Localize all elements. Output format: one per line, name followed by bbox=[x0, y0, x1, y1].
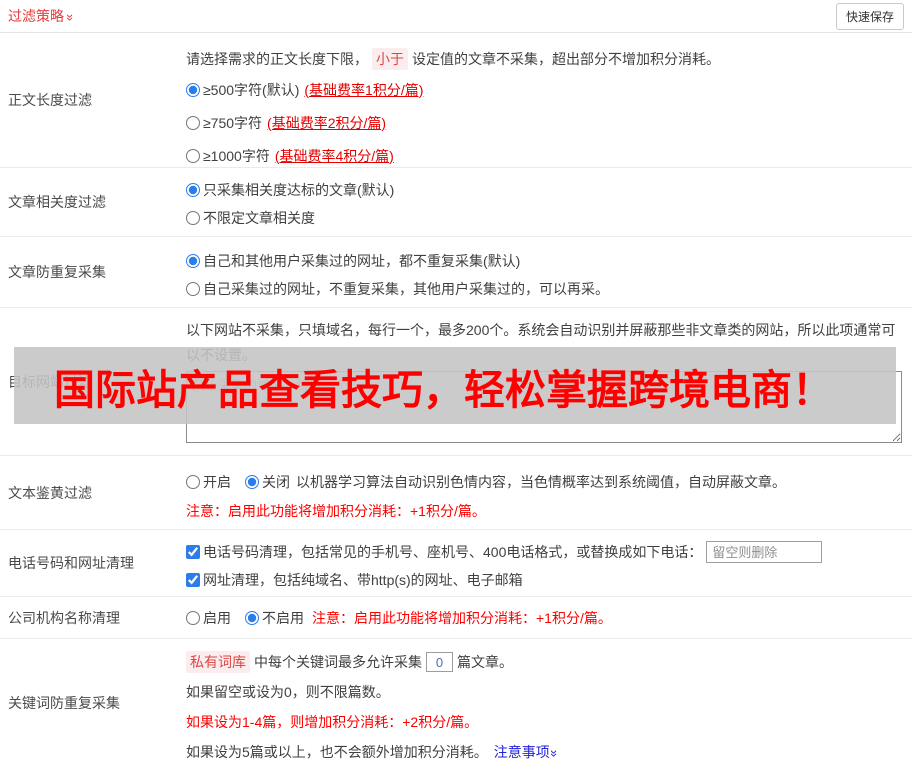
row-company-name-cleanup: 公司机构名称清理 启用 不启用 注意：启用此功能将增加积分消耗：+1积分/篇。 bbox=[0, 597, 912, 639]
phone-cleanup-line: 电话号码清理，包括常见的手机号、座机号、400电话格式，或替换成如下电话： bbox=[186, 538, 904, 566]
page-header: 过滤策略 » 快速保存 bbox=[0, 0, 912, 33]
keyword-count-input[interactable] bbox=[426, 652, 453, 672]
keyword-line3: 如果设为1-4篇，则增加积分消耗：+2积分/篇。 bbox=[186, 707, 904, 737]
dedup-option-self-only[interactable]: 自己采集过的网址，不重复采集，其他用户采集过的，可以再采。 bbox=[186, 275, 904, 303]
row-body-length-filter: 正文长度过滤 请选择需求的正文长度下限， 小于 设定值的文章不采集，超出部分不增… bbox=[0, 33, 912, 168]
chevron-down-icon: » bbox=[548, 750, 561, 755]
length-option-1000-radio[interactable] bbox=[186, 149, 200, 163]
keyword-line4: 如果设为5篇或以上，也不会额外增加积分消耗。 注意事项 » bbox=[186, 737, 904, 767]
row-content: 开启 关闭 以机器学习算法自动识别色情内容，当色情概率达到系统阈值，自动屏蔽文章… bbox=[186, 456, 912, 529]
company-note: 注意：启用此功能将增加积分消耗：+1积分/篇。 bbox=[312, 608, 612, 628]
company-option-on-label: 启用 bbox=[203, 608, 231, 628]
url-cleanup-label: 网址清理，包括纯域名、带http(s)的网址、电子邮箱 bbox=[203, 570, 523, 590]
porn-note: 注意：启用此功能将增加积分消耗：+1积分/篇。 bbox=[186, 496, 904, 526]
length-option-500[interactable]: ≥500字符(默认) (基础费率1积分/篇) bbox=[186, 73, 904, 106]
relevance-option-strict[interactable]: 只采集相关度达标的文章(默认) bbox=[186, 176, 904, 204]
length-option-500-label: ≥500字符(默认) bbox=[203, 80, 299, 100]
porn-option-on-radio[interactable] bbox=[186, 475, 200, 489]
url-cleanup-checkbox[interactable] bbox=[186, 573, 200, 587]
dedup-option-self-only-radio[interactable] bbox=[186, 282, 200, 296]
length-option-750-fee: (基础费率2积分/篇) bbox=[267, 113, 386, 133]
replacement-phone-input[interactable] bbox=[706, 541, 822, 563]
notes-link-label: 注意事项 bbox=[494, 742, 550, 762]
keyword-line1-mid: 中每个关键词最多允许采集 bbox=[254, 652, 422, 672]
page-title-text: 过滤策略 bbox=[8, 6, 64, 26]
relevance-option-any[interactable]: 不限定文章相关度 bbox=[186, 204, 904, 232]
length-intro-post: 设定值的文章不采集，超出部分不增加积分消耗。 bbox=[412, 49, 720, 69]
row-content: 自己和其他用户采集过的网址，都不重复采集(默认) 自己采集过的网址，不重复采集，… bbox=[186, 237, 912, 307]
row-content: 私有词库 中每个关键词最多允许采集 篇文章。 如果留空或设为0，则不限篇数。 如… bbox=[186, 639, 912, 767]
phone-cleanup-checkbox[interactable] bbox=[186, 545, 200, 559]
keyword-line1: 私有词库 中每个关键词最多允许采集 篇文章。 bbox=[186, 647, 904, 677]
phone-cleanup-label: 电话号码清理，包括常见的手机号、座机号、400电话格式，或替换成如下电话： bbox=[203, 542, 702, 562]
page-title: 过滤策略 » bbox=[8, 6, 73, 26]
keyword-line2: 如果留空或设为0，则不限篇数。 bbox=[186, 677, 904, 707]
keyword-line1-end: 篇文章。 bbox=[457, 652, 513, 672]
row-label: 关键词防重复采集 bbox=[0, 639, 186, 767]
row-label: 文章相关度过滤 bbox=[0, 168, 186, 236]
porn-options-line: 开启 关闭 以机器学习算法自动识别色情内容，当色情概率达到系统阈值，自动屏蔽文章… bbox=[186, 468, 904, 496]
dedup-option-all-users-radio[interactable] bbox=[186, 254, 200, 268]
overlay-ad-banner-text: 国际站产品查看技巧，轻松掌握跨境电商！ bbox=[14, 356, 833, 416]
notes-link[interactable]: 注意事项 » bbox=[494, 742, 557, 762]
company-option-on[interactable]: 启用 bbox=[186, 608, 231, 628]
row-content: 请选择需求的正文长度下限， 小于 设定值的文章不采集，超出部分不增加积分消耗。 … bbox=[186, 33, 912, 167]
relevance-option-any-radio[interactable] bbox=[186, 211, 200, 225]
row-content: 启用 不启用 注意：启用此功能将增加积分消耗：+1积分/篇。 bbox=[186, 597, 912, 638]
company-option-off[interactable]: 不启用 bbox=[245, 608, 304, 628]
porn-option-off-label: 关闭 bbox=[262, 472, 290, 492]
overlay-ad-banner: 国际站产品查看技巧，轻松掌握跨境电商！ bbox=[14, 347, 896, 424]
dedup-option-self-only-label: 自己采集过的网址，不重复采集，其他用户采集过的，可以再采。 bbox=[203, 279, 609, 299]
porn-option-off-radio[interactable] bbox=[245, 475, 259, 489]
company-option-off-radio[interactable] bbox=[245, 611, 259, 625]
row-content: 只采集相关度达标的文章(默认) 不限定文章相关度 bbox=[186, 168, 912, 236]
dedup-option-all-users-label: 自己和其他用户采集过的网址，都不重复采集(默认) bbox=[203, 251, 520, 271]
quick-save-button[interactable]: 快速保存 bbox=[836, 3, 904, 30]
private-lexicon-badge[interactable]: 私有词库 bbox=[186, 651, 250, 673]
url-cleanup-line: 网址清理，包括纯域名、带http(s)的网址、电子邮箱 bbox=[186, 566, 904, 594]
length-option-750-radio[interactable] bbox=[186, 116, 200, 130]
porn-option-off[interactable]: 关闭 bbox=[245, 472, 290, 492]
company-option-off-label: 不启用 bbox=[262, 608, 304, 628]
relevance-option-strict-radio[interactable] bbox=[186, 183, 200, 197]
relevance-option-strict-label: 只采集相关度达标的文章(默认) bbox=[203, 180, 394, 200]
length-option-500-radio[interactable] bbox=[186, 83, 200, 97]
length-intro: 请选择需求的正文长度下限， 小于 设定值的文章不采集，超出部分不增加积分消耗。 bbox=[186, 45, 904, 73]
porn-desc: 以机器学习算法自动识别色情内容，当色情概率达到系统阈值，自动屏蔽文章。 bbox=[296, 472, 786, 492]
row-label: 文章防重复采集 bbox=[0, 237, 186, 307]
dedup-option-all-users[interactable]: 自己和其他用户采集过的网址，都不重复采集(默认) bbox=[186, 247, 904, 275]
row-relevance-filter: 文章相关度过滤 只采集相关度达标的文章(默认) 不限定文章相关度 bbox=[0, 168, 912, 237]
length-option-750[interactable]: ≥750字符 (基础费率2积分/篇) bbox=[186, 106, 904, 139]
company-option-on-radio[interactable] bbox=[186, 611, 200, 625]
row-label: 文本鉴黄过滤 bbox=[0, 456, 186, 529]
porn-option-on-label: 开启 bbox=[203, 472, 231, 492]
length-option-1000-fee: (基础费率4积分/篇) bbox=[275, 146, 394, 166]
length-option-1000-label: ≥1000字符 bbox=[203, 146, 270, 166]
row-phone-url-cleanup: 电话号码和网址清理 电话号码清理，包括常见的手机号、座机号、400电话格式，或替… bbox=[0, 530, 912, 597]
row-keyword-dedup: 关键词防重复采集 私有词库 中每个关键词最多允许采集 篇文章。 如果留空或设为0… bbox=[0, 639, 912, 767]
length-option-750-label: ≥750字符 bbox=[203, 113, 262, 133]
row-content: 电话号码清理，包括常见的手机号、座机号、400电话格式，或替换成如下电话： 网址… bbox=[186, 530, 912, 596]
row-dedup-collect: 文章防重复采集 自己和其他用户采集过的网址，都不重复采集(默认) 自己采集过的网… bbox=[0, 237, 912, 308]
length-option-500-fee: (基础费率1积分/篇) bbox=[304, 80, 423, 100]
porn-option-on[interactable]: 开启 bbox=[186, 472, 231, 492]
row-porn-filter: 文本鉴黄过滤 开启 关闭 以机器学习算法自动识别色情内容，当色情概率达到系统阈值… bbox=[0, 456, 912, 530]
collapse-chevron-icon[interactable]: » bbox=[64, 14, 77, 19]
length-intro-pre: 请选择需求的正文长度下限， bbox=[186, 49, 368, 69]
length-intro-highlight: 小于 bbox=[372, 48, 408, 70]
relevance-option-any-label: 不限定文章相关度 bbox=[203, 208, 315, 228]
row-label: 正文长度过滤 bbox=[0, 33, 186, 167]
row-label: 电话号码和网址清理 bbox=[0, 530, 186, 596]
row-label: 公司机构名称清理 bbox=[0, 597, 186, 638]
keyword-line4-text: 如果设为5篇或以上，也不会额外增加积分消耗。 bbox=[186, 742, 488, 762]
